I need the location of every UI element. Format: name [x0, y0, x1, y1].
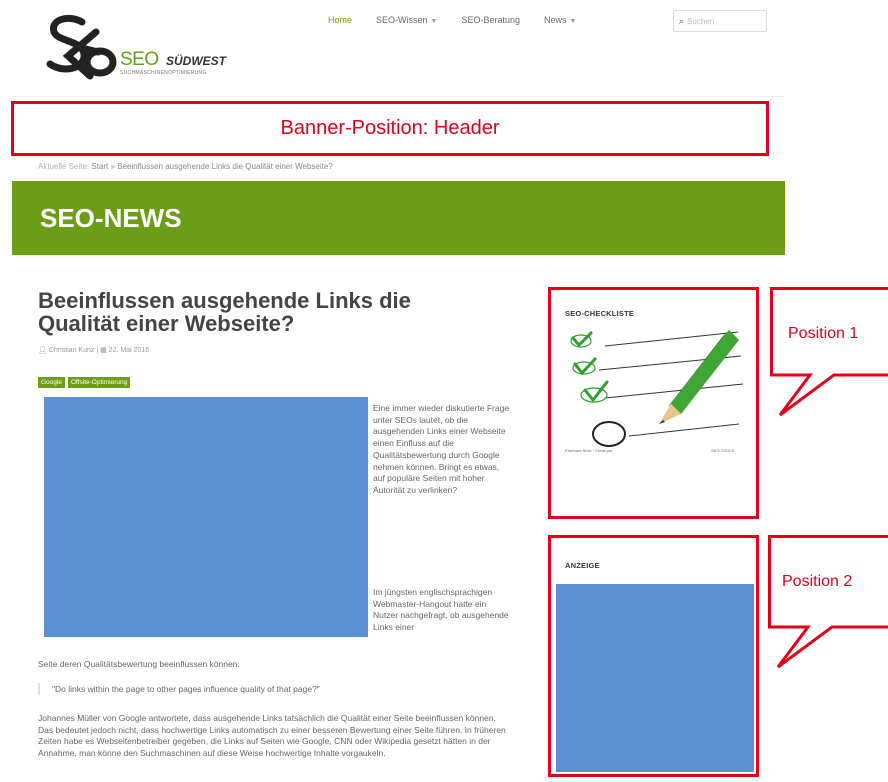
widget-title: ANZEIGE — [565, 561, 600, 570]
tag-google[interactable]: Google — [38, 377, 65, 388]
breadcrumb: Aktuelle Seite: Start » Beeinflussen aus… — [38, 162, 333, 171]
article-meta: 👤︎ Christian Kunz | ▦ 22. Mai 2016 — [38, 346, 149, 354]
position-2-label: Position 2 — [782, 573, 853, 590]
search-input[interactable]: ⌕ Suchen — [673, 10, 767, 32]
header-divider — [12, 96, 784, 97]
search-placeholder: Suchen — [687, 16, 715, 26]
breadcrumb-current: Beeinflussen ausgehende Links die Qualit… — [117, 162, 333, 171]
ad-image-placeholder[interactable] — [556, 584, 754, 772]
nav-item-home[interactable]: Home — [328, 15, 352, 25]
nav-item-label: Home — [328, 15, 353, 25]
chevron-down-icon: ▼ — [430, 18, 438, 25]
nav-item-label: SEO-Wissen — [376, 15, 428, 25]
logo-seo-text: SEO — [120, 49, 159, 70]
main-nav: Home SEO-Wissen ▼ SEO-Beratung News ▼ — [328, 15, 600, 25]
position-2-callout — [768, 535, 888, 669]
nav-item-news[interactable]: News ▼ — [544, 15, 576, 25]
logo-tagline: SUCHMASCHINENOPTIMIERUNG — [120, 70, 207, 76]
header-banner-position: Banner-Position: Header — [11, 101, 769, 156]
section-title: SEO-NEWS — [40, 202, 182, 233]
article-second-paragraph: Im jüngsten englischsprachigen Webmaster… — [373, 587, 509, 633]
nav-item-seo-beratung[interactable]: SEO-Beratung — [461, 15, 520, 25]
nav-item-label: News — [544, 15, 567, 25]
article-body-paragraph: Johannes Müller von Google antwortete, d… — [38, 713, 506, 758]
checklist-pencil-icon[interactable] — [563, 326, 747, 454]
widget-footer-left: Eberhard Stolz · Christ.pro — [565, 448, 613, 453]
article-title: Beeinflussen ausgehende Links die Qualit… — [38, 288, 411, 336]
search-icon: ⌕ — [679, 15, 685, 26]
position-1-label: Position 1 — [788, 325, 859, 342]
article-date: 22. Mai 2016 — [108, 347, 150, 354]
chevron-down-icon: ▼ — [569, 18, 577, 25]
article-image-placeholder — [44, 397, 368, 637]
banner-label: Banner-Position: Header — [280, 117, 500, 139]
breadcrumb-separator: » — [110, 162, 115, 171]
widget-footer-right: SEO-TOOLS — [711, 448, 735, 453]
site-logo[interactable]: SEO SÜDWEST SUCHMASCHINENOPTIMIERUNG — [38, 12, 258, 82]
widget-title: SEO-CHECKLISTE — [565, 309, 635, 318]
position-1-callout — [770, 287, 888, 417]
calendar-icon: ▦ — [100, 347, 107, 354]
sidebar-ad-position-1: SEO-CHECKLISTE Eberhard Stolz · Christ.p… — [548, 287, 759, 519]
seo-logo-icon — [46, 14, 117, 80]
nav-item-label: SEO-Beratung — [461, 15, 520, 25]
breadcrumb-home-link[interactable]: Start — [91, 162, 108, 171]
logo-suedwest-text: SÜDWEST — [166, 54, 226, 68]
user-icon: 👤︎ — [38, 347, 47, 354]
article-intro-paragraph: Eine immer wieder diskutierte Frage unte… — [373, 403, 510, 495]
article-author[interactable]: Christian Kunz — [49, 347, 95, 354]
article-tags: Google Offsite-Optimierung — [38, 377, 131, 388]
tag-offsite-optimierung[interactable]: Offsite-Optimierung — [67, 377, 131, 388]
sidebar-ad-position-2: ANZEIGE — [548, 535, 759, 777]
article-quote: "Do links within the page to other pages… — [38, 683, 320, 695]
article-paragraph-continuation: Seite deren Qualitätsbewertung beeinflus… — [38, 659, 240, 669]
nav-item-seo-wissen[interactable]: SEO-Wissen ▼ — [376, 15, 437, 25]
breadcrumb-prefix: Aktuelle Seite: — [38, 162, 90, 171]
section-header: SEO-NEWS — [12, 181, 785, 255]
